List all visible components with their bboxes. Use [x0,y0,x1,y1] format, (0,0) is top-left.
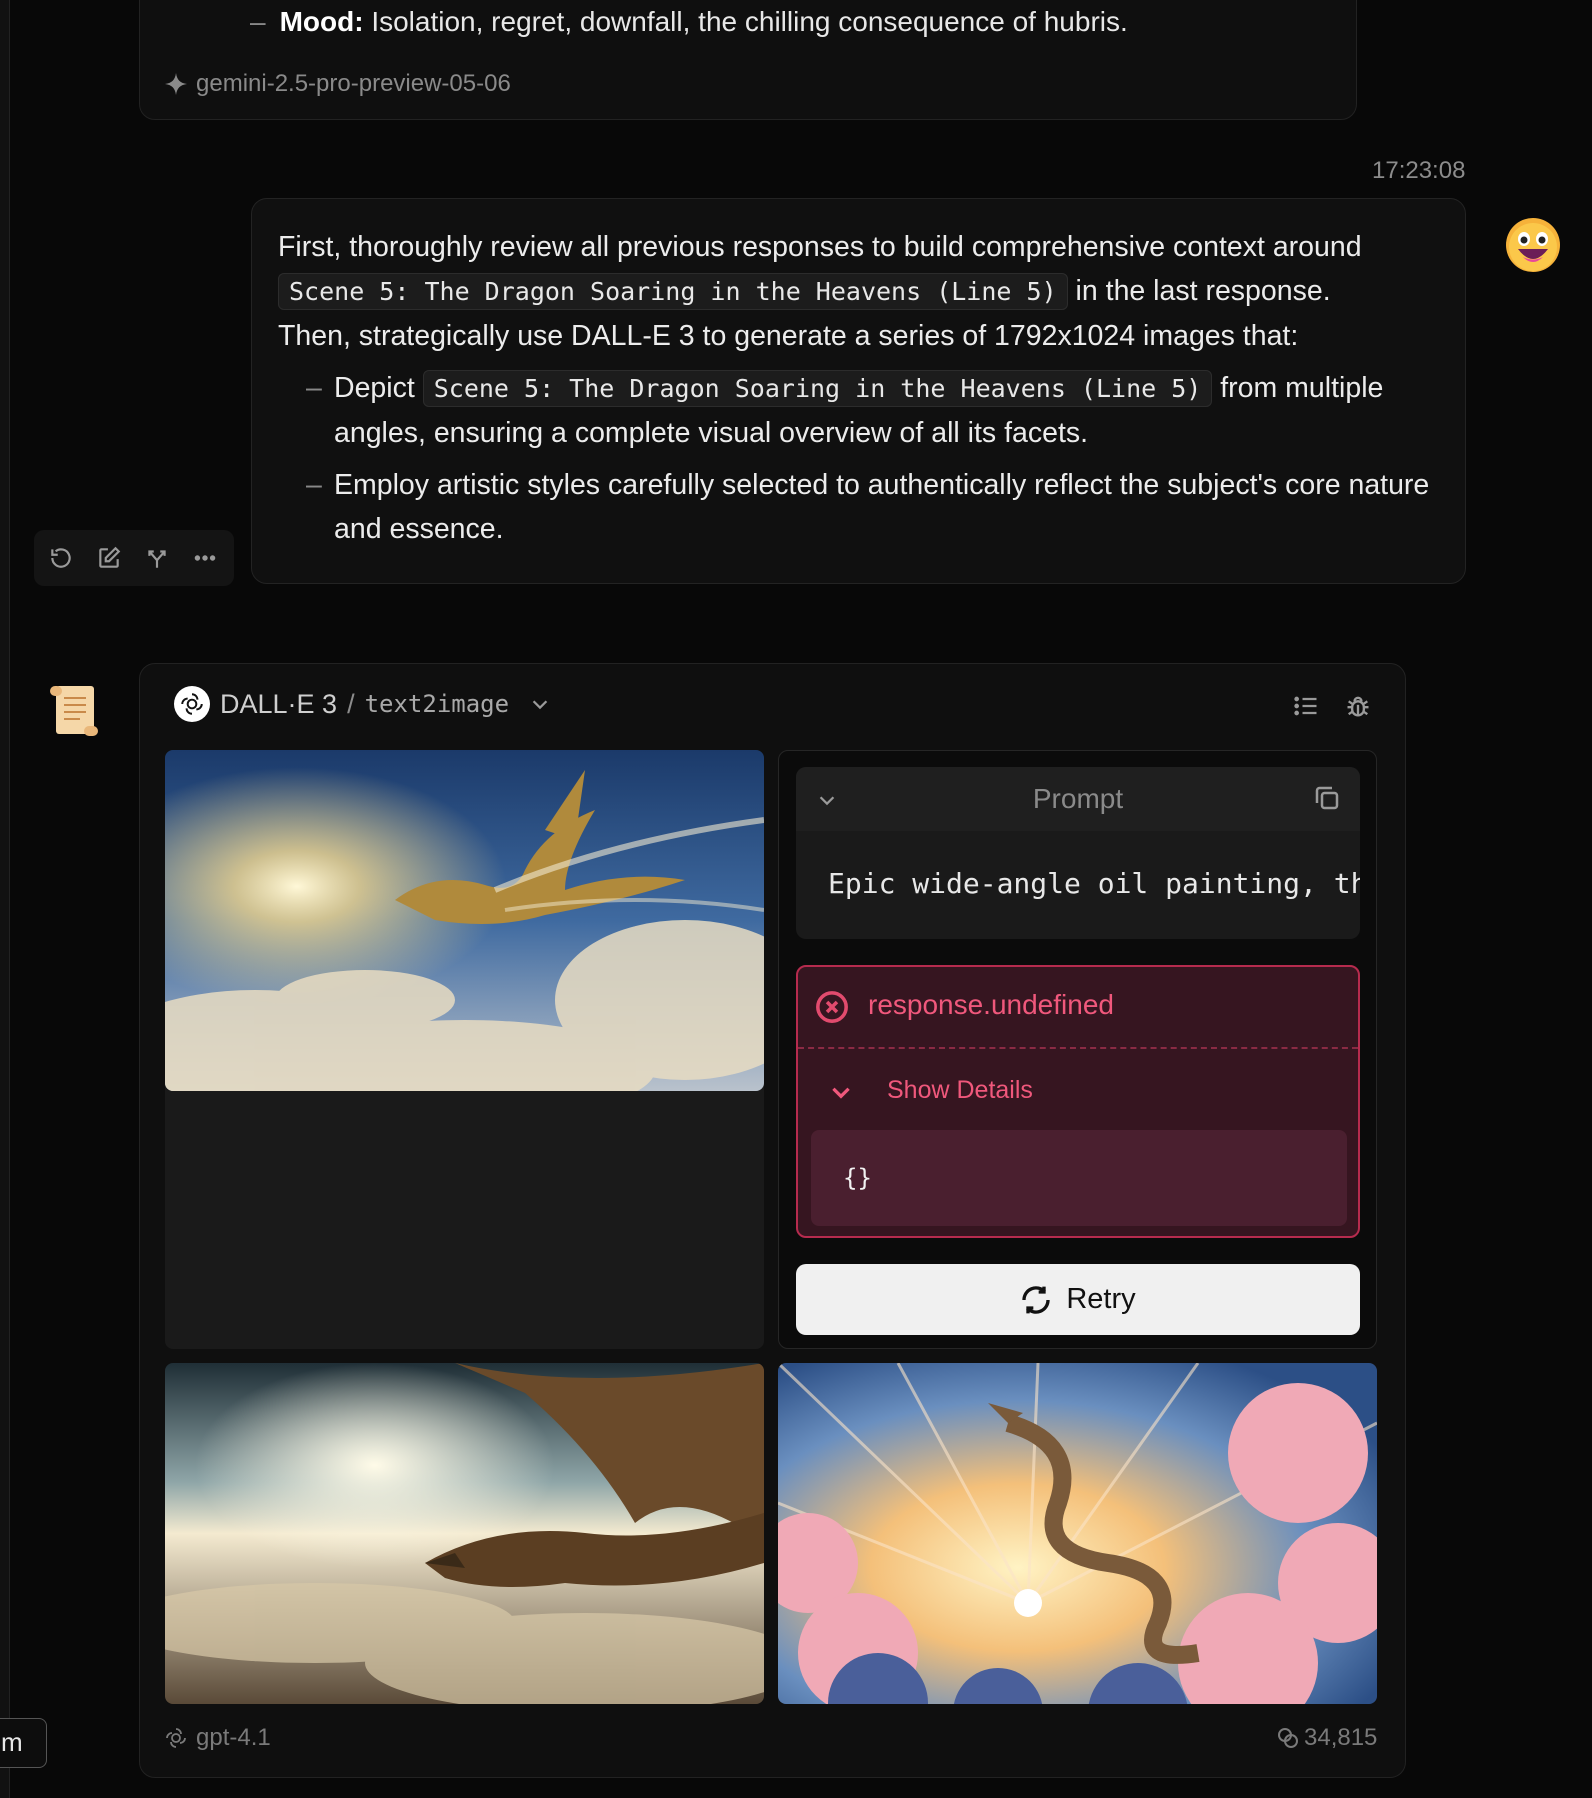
chat-page: – Mood: Isolation, regret, downfall, the … [0,0,1592,1798]
list-item: – Employ artistic styles carefully selec… [306,469,1430,545]
error-divider [798,1047,1358,1049]
openai-logo-icon [166,1728,186,1748]
error-title: response.undefined [868,989,1114,1020]
intro-text-1: First, thoroughly review all previous re… [278,231,1362,263]
intro-text-2: in the last response. [1075,275,1331,307]
user-message-bubble: First, thoroughly review all previous re… [251,198,1466,584]
openai-logo-icon [174,686,210,722]
user-message-bullets: – Depict Scene 5: The Dragon Soaring in … [278,366,1439,551]
chevron-down-icon[interactable] [529,693,551,715]
footer-model-name: gpt-4.1 [196,1724,271,1751]
branch-icon[interactable] [144,545,170,571]
inline-code-scene-2: Scene 5: The Dragon Soaring in the Heave… [422,370,1213,407]
refresh-icon [1022,1285,1051,1314]
prompt-box: Prompt Epic wide-angle oil painting, th [796,767,1360,939]
copy-icon[interactable] [1312,783,1342,813]
tool-header-actions [1292,692,1372,720]
generated-image-golden-dragon[interactable] [165,750,764,1091]
generated-image-anime-dragon[interactable] [778,1363,1377,1704]
more-icon[interactable] [192,545,218,571]
chevron-down-icon[interactable] [828,1079,854,1105]
gemini-sparkle-icon [165,73,187,95]
message-actions-toolbar [34,530,234,586]
generated-image-bronze-dragon[interactable] [165,1363,764,1704]
user-avatar-emoji-icon[interactable] [1505,217,1561,273]
footer-token-count: 34,815 [1276,1724,1377,1752]
prompt-text: Epic wide-angle oil painting, th [828,867,1360,900]
prompt-header: Prompt [796,767,1360,831]
regenerate-icon[interactable] [48,545,74,571]
inline-code-scene: Scene 5: The Dragon Soaring in the Heave… [278,273,1068,310]
list-icon[interactable] [1292,692,1320,720]
bullet2-text: Employ artistic styles carefully selecte… [334,469,1430,545]
retry-label: Retry [1066,1283,1136,1315]
error-x-circle-icon [816,991,848,1023]
edit-icon[interactable] [96,545,122,571]
message-timestamp: 17:23:08 [1372,157,1466,184]
tool-api-name: text2image [364,690,510,718]
error-body: {} [843,1164,872,1192]
left-rail [0,0,10,1798]
bullet1-pre: Depict [334,372,415,404]
previous-model-tag: gemini-2.5-pro-preview-05-06 [164,70,511,98]
mood-line: – Mood: Isolation, regret, downfall, the … [250,6,1128,37]
footer-model-tag: gpt-4.1 [164,1724,271,1752]
list-item: – Depict Scene 5: The Dragon Soaring in … [306,370,1384,449]
mood-text: Isolation, regret, downfall, the chillin… [371,6,1128,37]
retry-button[interactable]: Retry [796,1264,1360,1335]
error-details-code: {} [811,1130,1347,1226]
tool-provider: DALL·E 3 [220,688,338,719]
debug-bug-icon[interactable] [1344,692,1372,720]
user-message-intro: First, thoroughly review all previous re… [278,225,1439,358]
scroll-avatar-icon [50,686,98,736]
intro-text-3: Then, strategically use DALL-E 3 to gene… [278,320,1299,352]
previous-model-name: gemini-2.5-pro-preview-05-06 [196,70,511,97]
token-count: 34,815 [1304,1724,1378,1751]
mood-label: Mood: [279,6,364,37]
token-coins-icon [1278,1728,1298,1748]
error-box: response.undefined Show Details {} [796,965,1360,1238]
tool-header[interactable]: DALL·E 3 / text2image [174,686,551,722]
prompt-title: Prompt [1032,783,1124,814]
show-details-toggle[interactable]: Show Details [887,1076,1033,1105]
tooltip-fragment: m [0,1718,47,1768]
tool-separator: / [347,688,355,719]
